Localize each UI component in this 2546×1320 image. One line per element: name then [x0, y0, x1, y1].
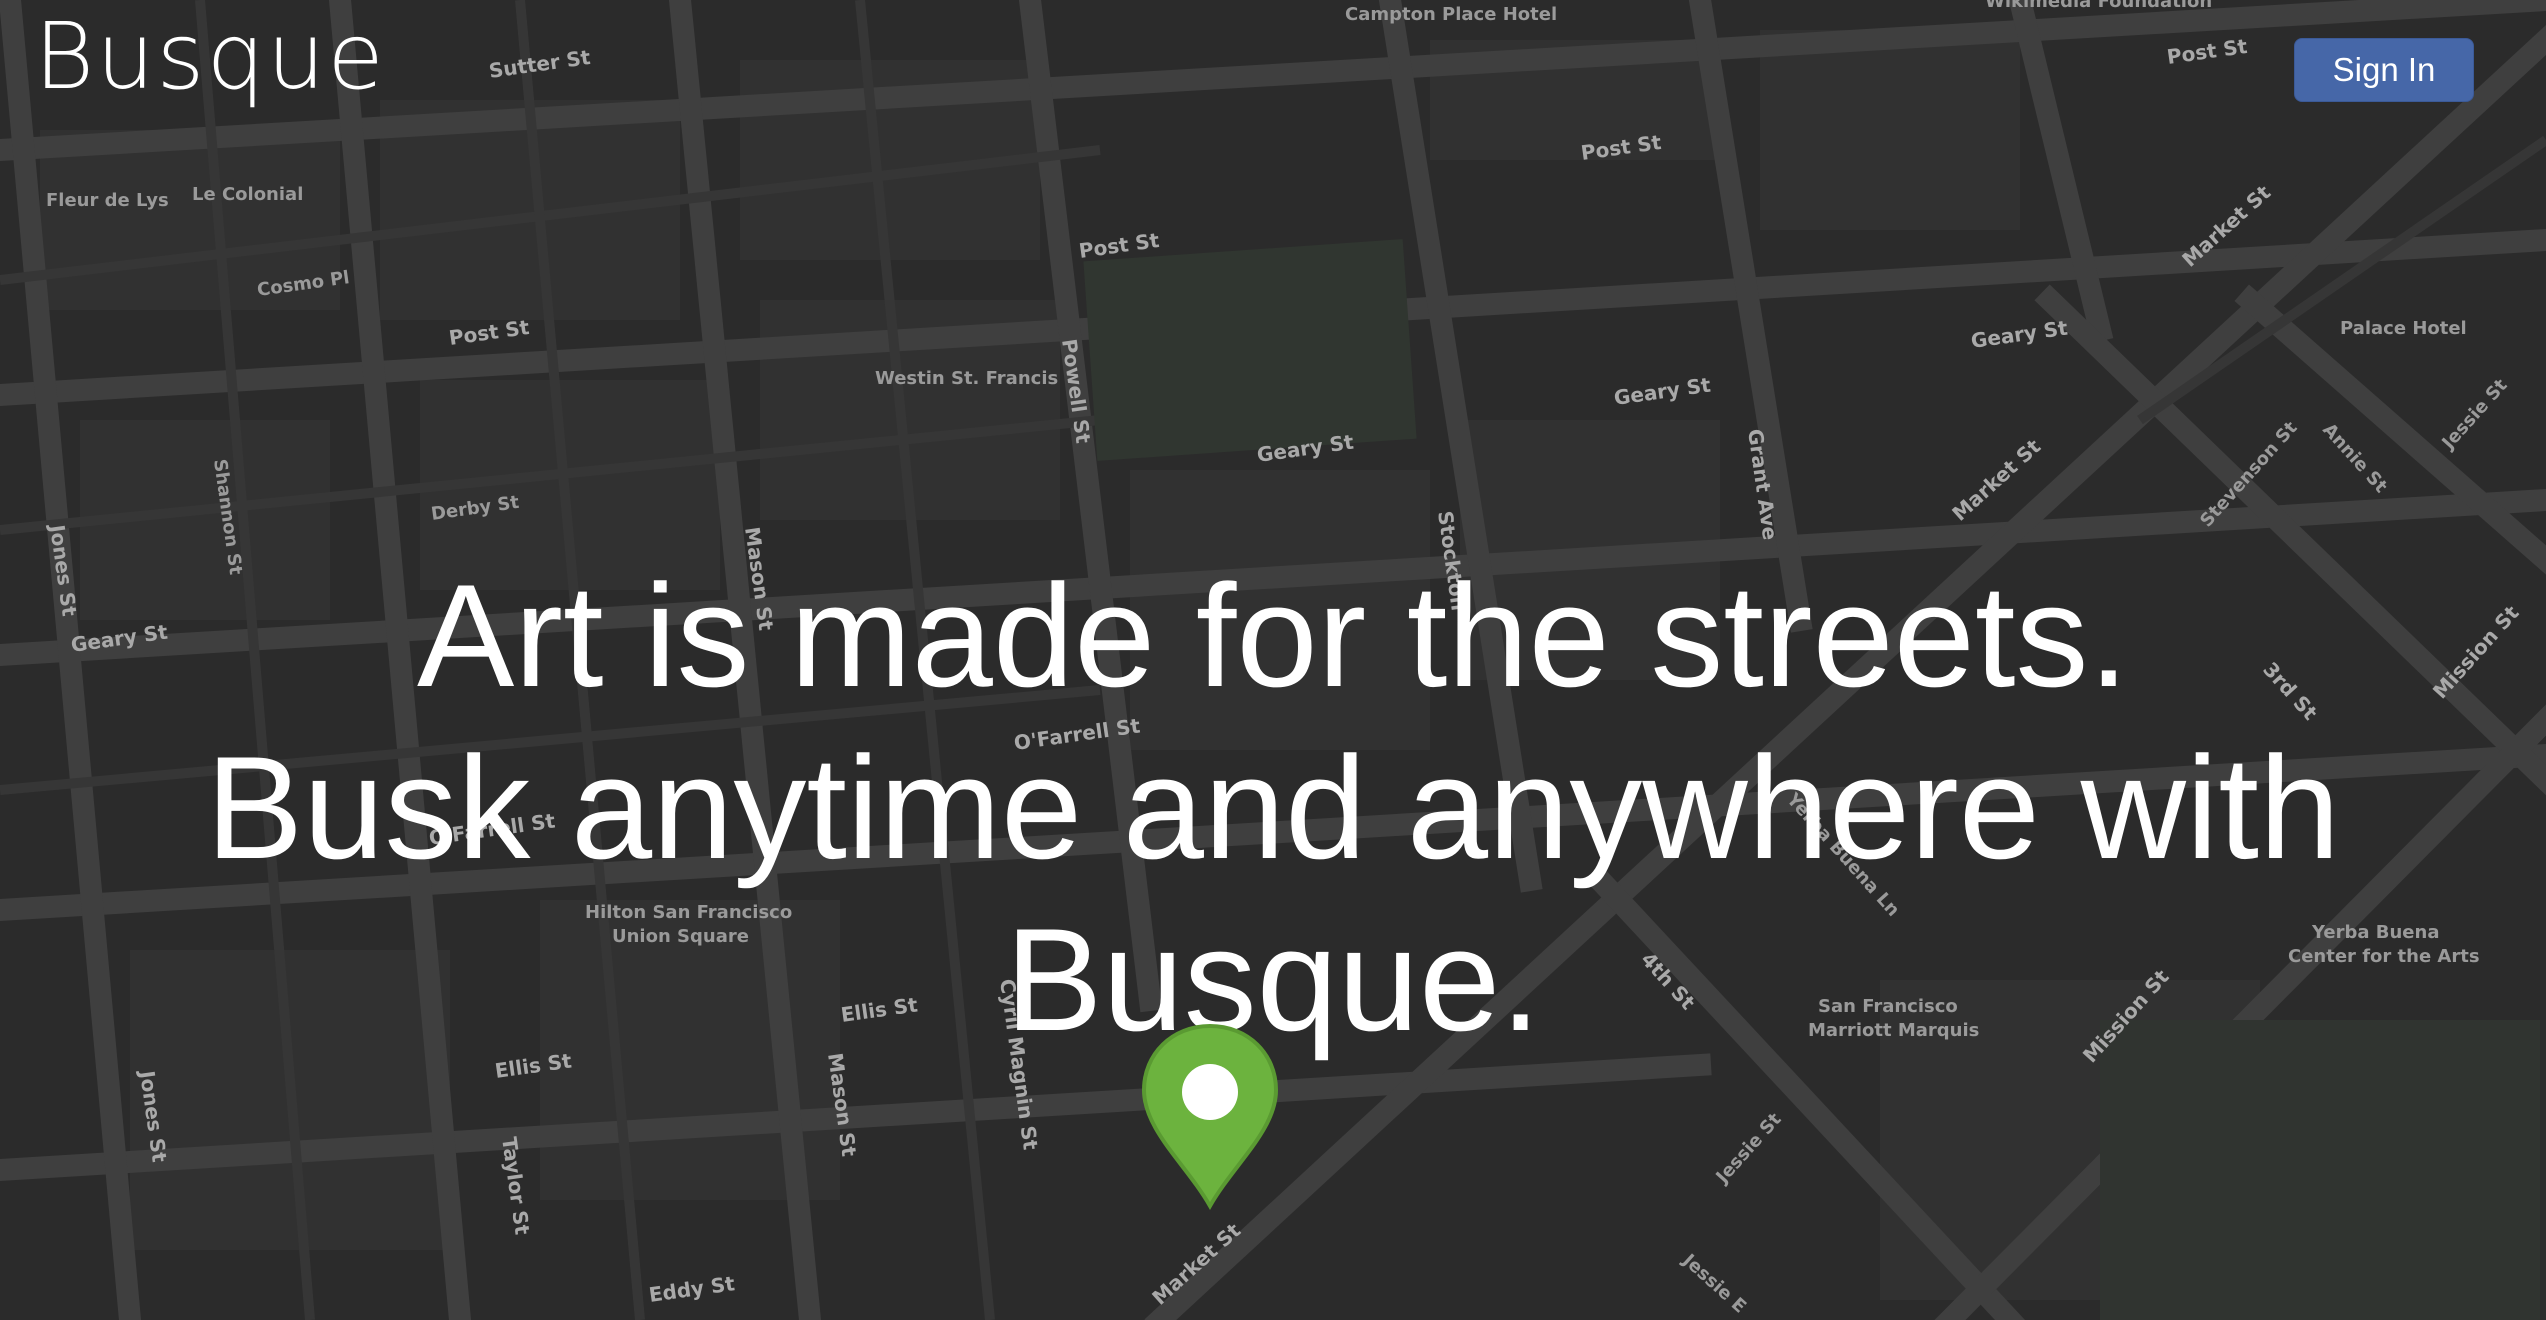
- label-colonial: Le Colonial: [192, 184, 303, 205]
- busque-logo[interactable]: Busque: [34, 4, 386, 110]
- hero-line-2: Busk anytime and anywhere with: [205, 726, 2341, 889]
- sign-in-button[interactable]: Sign In: [2294, 38, 2474, 102]
- label-westin: Westin St. Francis: [875, 368, 1058, 389]
- hero-line-1: Art is made for the streets.: [416, 554, 2130, 717]
- label-wikimedia: Wikimedia Foundation: [1985, 0, 2212, 12]
- label-campton: Campton Place Hotel: [1345, 4, 1557, 25]
- hero-headline: Art is made for the streets. Busk anytim…: [140, 550, 2406, 1066]
- location-pin-icon[interactable]: [1138, 1022, 1282, 1210]
- label-fleur: Fleur de Lys: [46, 190, 169, 211]
- label-palace: Palace Hotel: [2340, 318, 2467, 339]
